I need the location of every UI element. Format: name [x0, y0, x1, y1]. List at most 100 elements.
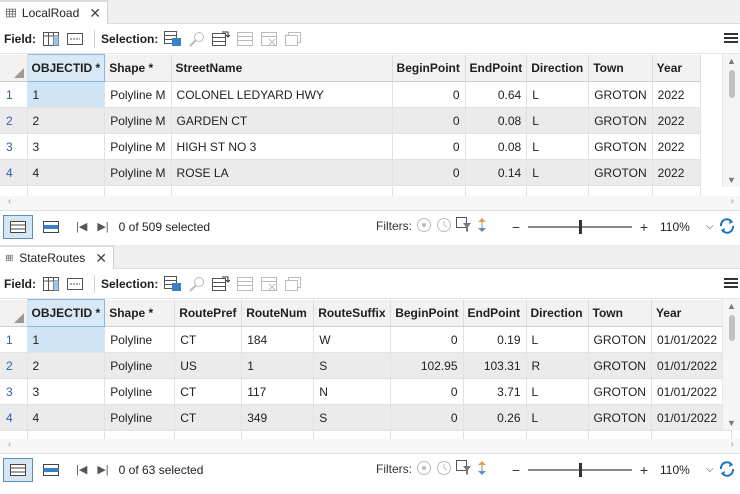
table-cell[interactable]: L — [526, 404, 589, 431]
column-header[interactable]: OBJECTID * — [26, 299, 106, 327]
sort-order-icon[interactable] — [476, 217, 488, 233]
zoom-level[interactable]: 110% — [660, 220, 704, 234]
select-all-corner[interactable] — [0, 54, 28, 82]
table-cell[interactable]: GROTON — [588, 352, 652, 379]
table-cell[interactable]: 0.08 — [465, 133, 528, 160]
table-cell[interactable]: 0.14 — [465, 159, 528, 186]
table-cell[interactable]: 2022 — [652, 133, 701, 160]
table-cell[interactable]: 0 — [392, 81, 466, 108]
calculate-field-icon[interactable] — [64, 274, 86, 294]
row-number[interactable]: 1 — [0, 326, 28, 353]
column-header[interactable]: BeginPoint — [392, 54, 466, 82]
zoom-slider-knob[interactable] — [579, 462, 582, 477]
column-header[interactable]: EndPoint — [465, 54, 528, 82]
menu-icon[interactable] — [724, 277, 738, 289]
refresh-icon[interactable] — [718, 217, 736, 235]
table-row[interactable]: 4 4 Polyline M ROSE LA 0 0.14 L GROTON 2… — [0, 159, 701, 186]
table-cell[interactable]: 1 — [241, 352, 315, 379]
column-header[interactable]: Town — [588, 299, 652, 327]
horizontal-scrollbar[interactable]: ‹ › — [0, 195, 740, 210]
close-icon[interactable]: ✕ — [95, 251, 107, 265]
table-row[interactable]: 4 4 Polyline CT 349 S 0 0.26 L GROTON 01… — [0, 404, 732, 431]
table-cell[interactable]: 2022 — [652, 159, 701, 186]
menu-icon[interactable] — [724, 32, 738, 44]
clear-selection-icon[interactable] — [234, 29, 256, 49]
add-field-icon[interactable] — [40, 274, 62, 294]
table-cell[interactable]: R — [526, 352, 589, 379]
table-cell[interactable]: GROTON — [588, 133, 653, 160]
zoom-in-button[interactable]: + — [638, 462, 650, 478]
zoom-out-button[interactable]: − — [510, 462, 522, 478]
zoom-out-button[interactable]: − — [510, 219, 522, 235]
table-cell[interactable]: 01/01/2022 — [651, 352, 732, 379]
row-number[interactable]: 3 — [0, 378, 28, 405]
table-row[interactable]: 3 3 Polyline CT 117 N 0 3.71 L GROTON 01… — [0, 378, 732, 405]
table-cell[interactable]: 102.95 — [390, 352, 464, 379]
table-cell[interactable]: 0.64 — [465, 81, 528, 108]
column-header[interactable]: OBJECTID * — [26, 54, 106, 82]
column-header[interactable]: RouteSuffix — [313, 299, 392, 327]
table-cell[interactable]: 2022 — [652, 107, 701, 134]
table-cell[interactable]: CT — [174, 404, 243, 431]
table-row[interactable]: 2 2 Polyline US 1 S 102.95 103.31 R GROT… — [0, 352, 732, 379]
vertical-scrollbar[interactable]: ▲ ▼ — [722, 299, 740, 430]
tab-localroad[interactable]: LocalRoad ✕ — [0, 0, 108, 24]
table-cell[interactable]: Polyline M — [104, 81, 172, 108]
table-cell[interactable]: Polyline — [104, 352, 176, 379]
column-header[interactable]: Year — [651, 299, 732, 327]
zoom-slider[interactable] — [528, 462, 632, 477]
table-cell[interactable]: CT — [174, 326, 243, 353]
column-header[interactable]: BeginPoint — [390, 299, 464, 327]
column-header[interactable]: Shape * — [104, 299, 176, 327]
table-cell[interactable]: 1 — [27, 326, 106, 353]
table-cell[interactable]: CT — [174, 378, 243, 405]
table-cell[interactable]: 1 — [27, 81, 106, 108]
table-cell[interactable]: 0 — [390, 404, 464, 431]
row-number[interactable]: 3 — [0, 133, 28, 160]
copy-selection-icon[interactable] — [282, 29, 304, 49]
delete-selection-icon[interactable] — [258, 29, 280, 49]
select-by-attributes-icon[interactable] — [162, 274, 184, 294]
zoom-level[interactable]: 110% — [660, 463, 704, 477]
switch-selection-icon[interactable] — [210, 29, 232, 49]
refresh-icon[interactable] — [718, 460, 736, 478]
zoom-slider[interactable] — [528, 219, 632, 234]
scroll-down-icon[interactable]: ▼ — [727, 175, 736, 185]
zoom-in-button[interactable]: + — [638, 219, 650, 235]
show-all-records-button[interactable] — [3, 457, 33, 482]
scroll-right-icon[interactable]: › — [731, 439, 734, 450]
zoom-to-selection-icon[interactable] — [186, 29, 208, 49]
table-cell[interactable]: GROTON — [588, 107, 653, 134]
zoom-slider-knob[interactable] — [579, 219, 582, 234]
chevron-down-icon[interactable]: ⌵ — [706, 464, 714, 475]
table-cell[interactable]: COLONEL LEDYARD HWY — [171, 81, 393, 108]
table-cell[interactable]: 01/01/2022 — [651, 404, 732, 431]
table-row[interactable]: 1 1 Polyline M COLONEL LEDYARD HWY 0 0.6… — [0, 81, 701, 108]
zoom-to-selection-icon[interactable] — [186, 274, 208, 294]
table-cell[interactable]: S — [313, 352, 392, 379]
column-header[interactable]: RoutePref — [174, 299, 243, 327]
table-cell[interactable]: Polyline M — [104, 159, 172, 186]
table-cell[interactable]: L — [526, 133, 590, 160]
column-header[interactable]: Town — [588, 54, 653, 82]
table-cell[interactable]: 0 — [392, 107, 466, 134]
last-record-icon[interactable]: ▶| — [97, 463, 108, 476]
column-header[interactable]: Year — [652, 54, 701, 82]
last-record-icon[interactable]: ▶| — [97, 220, 108, 233]
switch-selection-icon[interactable] — [210, 274, 232, 294]
row-number[interactable]: 2 — [0, 107, 28, 134]
table-cell[interactable]: 3 — [27, 378, 106, 405]
show-selected-records-button[interactable] — [36, 215, 66, 239]
table-cell[interactable]: HIGH ST NO 3 — [171, 133, 393, 160]
first-record-icon[interactable]: |◀ — [76, 220, 87, 233]
time-filter-icon[interactable] — [436, 460, 452, 476]
column-header[interactable]: StreetName — [171, 54, 393, 82]
row-number[interactable]: 4 — [0, 404, 28, 431]
table-cell[interactable]: L — [526, 326, 589, 353]
query-filter-icon[interactable] — [456, 459, 472, 476]
show-selected-records-button[interactable] — [36, 458, 66, 482]
table-cell[interactable]: 103.31 — [463, 352, 527, 379]
table-cell[interactable]: 0.08 — [465, 107, 528, 134]
table-cell[interactable]: 01/01/2022 — [651, 326, 732, 353]
extent-filter-icon[interactable] — [416, 460, 432, 476]
